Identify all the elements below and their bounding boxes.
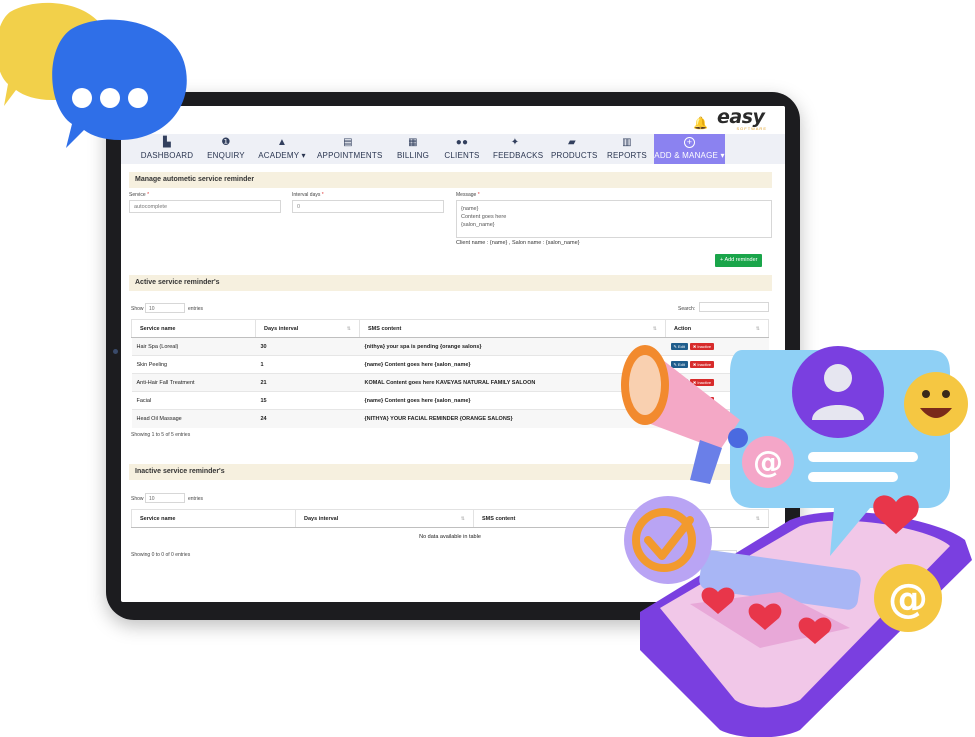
marketing-illustration: @ @	[0, 2, 972, 737]
checkmark-bubble-icon	[624, 496, 712, 584]
svg-text:@: @	[888, 576, 928, 622]
svg-text:@: @	[753, 445, 783, 480]
at-sign-yellow-icon: @	[874, 564, 942, 632]
at-sign-pink-icon: @	[742, 436, 794, 488]
megaphone-icon	[621, 345, 748, 484]
blue-chat-bubble-icon	[52, 19, 187, 148]
smiley-icon	[904, 372, 968, 436]
